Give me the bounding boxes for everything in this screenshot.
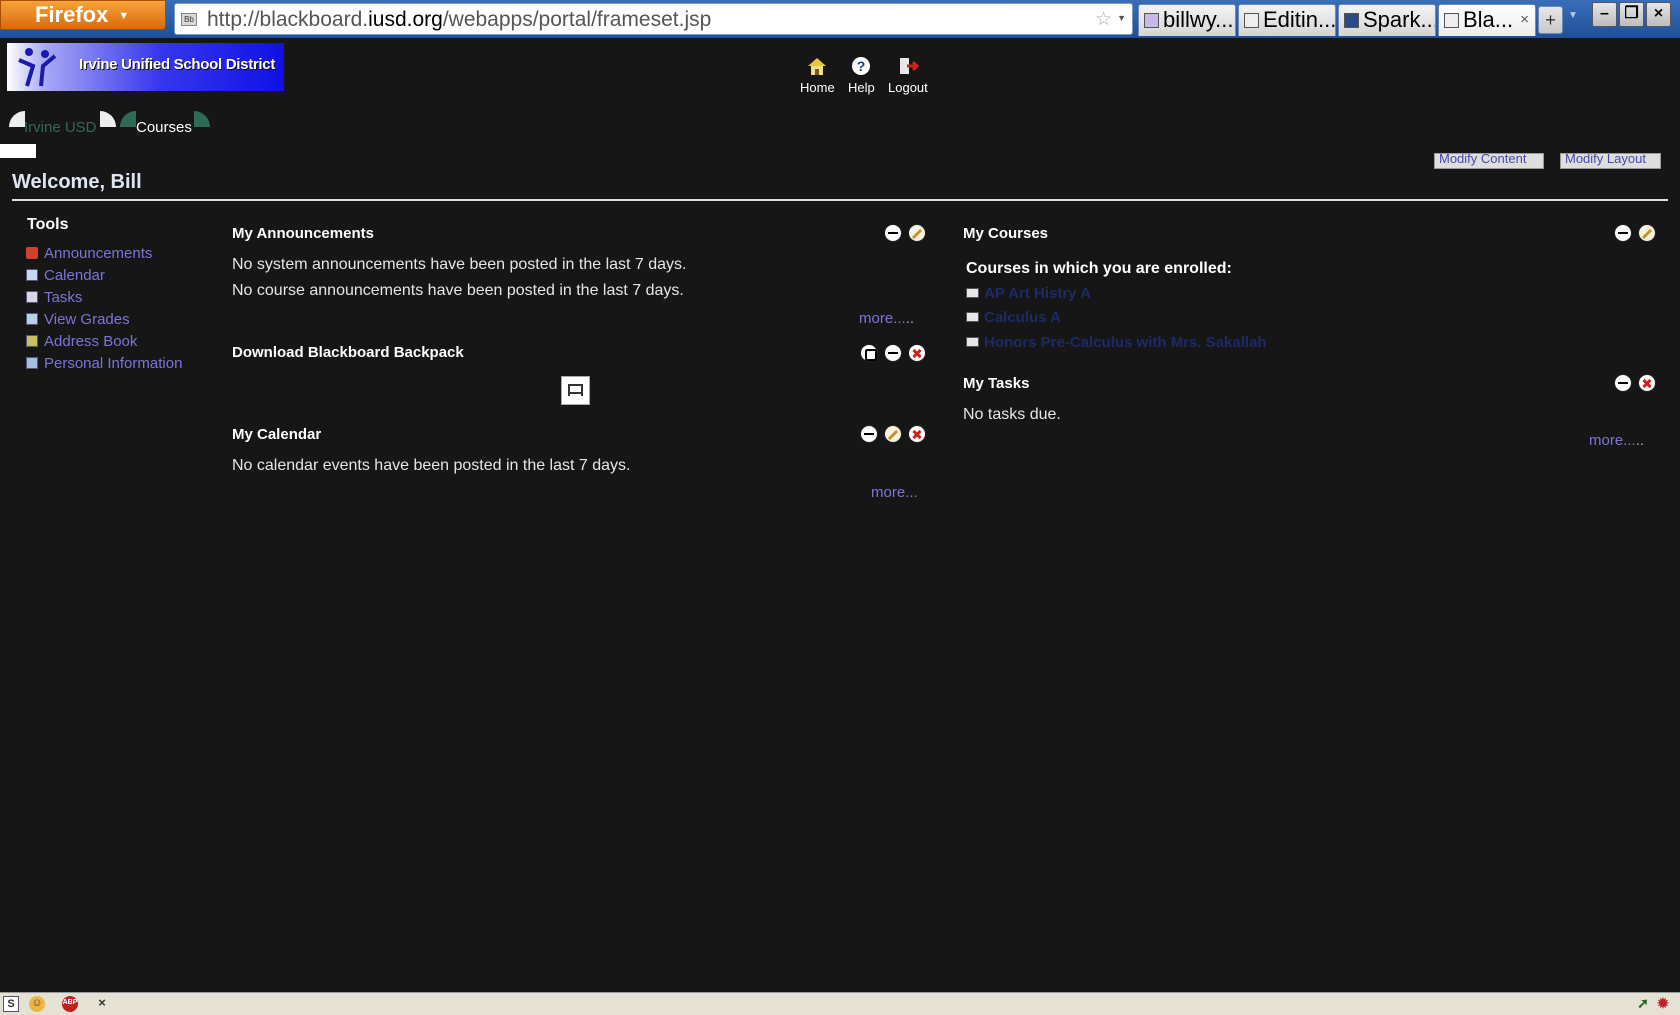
firefox-menu-label: Firefox xyxy=(35,2,109,27)
close-window-button[interactable]: × xyxy=(1646,2,1671,27)
tab-favicon-icon xyxy=(1244,13,1259,28)
edit-icon[interactable] xyxy=(884,425,902,443)
tab-corner xyxy=(100,111,116,127)
calendar-icon xyxy=(26,269,38,281)
tool-link-announcements[interactable]: Announcements xyxy=(26,245,152,262)
remove-icon[interactable] xyxy=(1638,374,1656,392)
announcement-system-text: No system announcements have been posted… xyxy=(232,256,687,273)
minimize-icon[interactable] xyxy=(884,224,902,242)
browser-tab-active[interactable]: Bla... × xyxy=(1438,4,1536,36)
new-tab-button[interactable]: + xyxy=(1538,6,1563,34)
close-icon[interactable]: × xyxy=(94,996,110,1012)
tools-heading: Tools xyxy=(27,216,69,233)
home-link[interactable]: Home xyxy=(800,55,835,95)
cursor-icon: ➚ xyxy=(1637,995,1649,1011)
browser-tab[interactable]: Spark... xyxy=(1338,4,1436,36)
edit-icon[interactable] xyxy=(908,224,926,242)
tasks-module-title: My Tasks xyxy=(963,375,1030,392)
url-history-dropdown-icon[interactable]: ▼ xyxy=(1117,13,1126,23)
addon-s-icon[interactable]: S xyxy=(3,996,19,1012)
tool-link-calendar[interactable]: Calendar xyxy=(26,267,105,284)
adblock-icon[interactable]: ABP xyxy=(62,996,78,1012)
edit-icon[interactable] xyxy=(1638,224,1656,242)
course-book-icon xyxy=(966,337,979,347)
district-logo: Irvine Unified School District xyxy=(7,43,284,91)
help-link[interactable]: ? Help xyxy=(848,55,875,95)
modify-layout-button[interactable]: Modify Layout xyxy=(1560,153,1661,169)
calendar-more-link[interactable]: more... xyxy=(871,484,918,501)
browser-tab[interactable]: Editin... xyxy=(1238,4,1336,36)
browser-tab[interactable]: billwy... xyxy=(1138,4,1236,36)
status-bar: S ☺ ABP × ➚ ✹ xyxy=(0,992,1680,1015)
courses-enrolled-heading: Courses in which you are enrolled: xyxy=(966,260,1232,277)
tab-list-icon[interactable]: ▼ xyxy=(1568,10,1578,21)
tab-corner xyxy=(120,111,136,127)
announcement-course-text: No course announcements have been posted… xyxy=(232,282,684,299)
page-title: Welcome, Bill xyxy=(12,171,142,193)
remove-icon[interactable] xyxy=(908,344,926,362)
minimize-window-button[interactable]: – xyxy=(1592,2,1617,27)
tool-link-tasks[interactable]: Tasks xyxy=(26,289,82,306)
help-icon: ? xyxy=(852,57,871,75)
tool-link-personal-information[interactable]: Personal Information xyxy=(26,355,182,372)
courses-module-title: My Courses xyxy=(963,225,1049,242)
announcements-icon xyxy=(26,247,38,259)
url-text: http://blackboard.iusd.org/webapps/porta… xyxy=(207,8,712,31)
browser-toolbar: Firefox ▼ Bb http://blackboard.iusd.org/w… xyxy=(0,0,1680,38)
svg-text:?: ? xyxy=(857,58,866,74)
address-book-icon xyxy=(26,335,38,347)
district-name: Irvine Unified School District xyxy=(79,56,276,73)
tasks-icon xyxy=(26,291,38,303)
course-link[interactable]: AP Art Histry A xyxy=(984,285,1091,302)
logout-link[interactable]: Logout xyxy=(888,55,928,95)
course-book-icon xyxy=(966,288,979,298)
tab-close-icon[interactable]: × xyxy=(1520,5,1529,35)
district-logo-icon xyxy=(18,48,57,87)
tasks-empty-text: No tasks due. xyxy=(963,406,1061,423)
divider xyxy=(12,199,1668,201)
tab-corner xyxy=(194,111,210,127)
tab-corner xyxy=(9,111,25,127)
tab-favicon-icon xyxy=(1444,13,1459,28)
remove-icon[interactable] xyxy=(908,425,926,443)
bookmark-star-icon[interactable]: ☆ xyxy=(1095,8,1112,31)
firebug-icon[interactable]: ✹ xyxy=(1655,996,1671,1012)
tool-link-view-grades[interactable]: View Grades xyxy=(26,311,130,328)
tasks-more-link[interactable]: more..... xyxy=(1589,432,1644,449)
tab-favicon-icon xyxy=(1344,13,1359,28)
tool-link-address-book[interactable]: Address Book xyxy=(26,333,137,350)
minimize-icon[interactable] xyxy=(860,425,878,443)
tab-indicator xyxy=(0,144,36,158)
course-book-icon xyxy=(966,312,979,322)
chevron-down-icon: ▼ xyxy=(118,10,130,23)
home-icon xyxy=(808,58,827,75)
firefox-menu-button[interactable]: Firefox ▼ xyxy=(0,0,166,30)
tab-favicon-icon xyxy=(1144,13,1159,28)
course-link[interactable]: Calculus A xyxy=(984,309,1061,326)
modify-content-button[interactable]: Modify Content xyxy=(1434,153,1544,169)
backpack-module-title: Download Blackboard Backpack xyxy=(232,344,464,361)
calendar-module-title: My Calendar xyxy=(232,426,322,443)
site-favicon-icon: Bb xyxy=(181,13,197,26)
grades-icon xyxy=(26,313,38,325)
calendar-empty-text: No calendar events have been posted in t… xyxy=(232,457,631,474)
announcements-more-link[interactable]: more..... xyxy=(859,310,914,327)
logout-icon xyxy=(899,58,919,74)
course-link[interactable]: Honors Pre-Calculus with Mrs. Sakallah xyxy=(984,334,1267,351)
url-bar[interactable]: Bb http://blackboard.iusd.org/webapps/po… xyxy=(174,3,1133,35)
restore-window-button[interactable]: ❐ xyxy=(1619,2,1644,27)
addon-face-icon[interactable]: ☺ xyxy=(29,996,45,1012)
backpack-download-icon[interactable] xyxy=(561,376,590,405)
minimize-icon[interactable] xyxy=(884,344,902,362)
announcements-module-title: My Announcements xyxy=(232,225,374,242)
detach-icon[interactable] xyxy=(860,344,878,362)
tab-irvine-usd[interactable]: Irvine USD xyxy=(24,119,97,136)
minimize-icon[interactable] xyxy=(1614,374,1632,392)
tab-courses[interactable]: Courses xyxy=(136,119,192,136)
minimize-icon[interactable] xyxy=(1614,224,1632,242)
personal-info-icon xyxy=(26,357,38,369)
